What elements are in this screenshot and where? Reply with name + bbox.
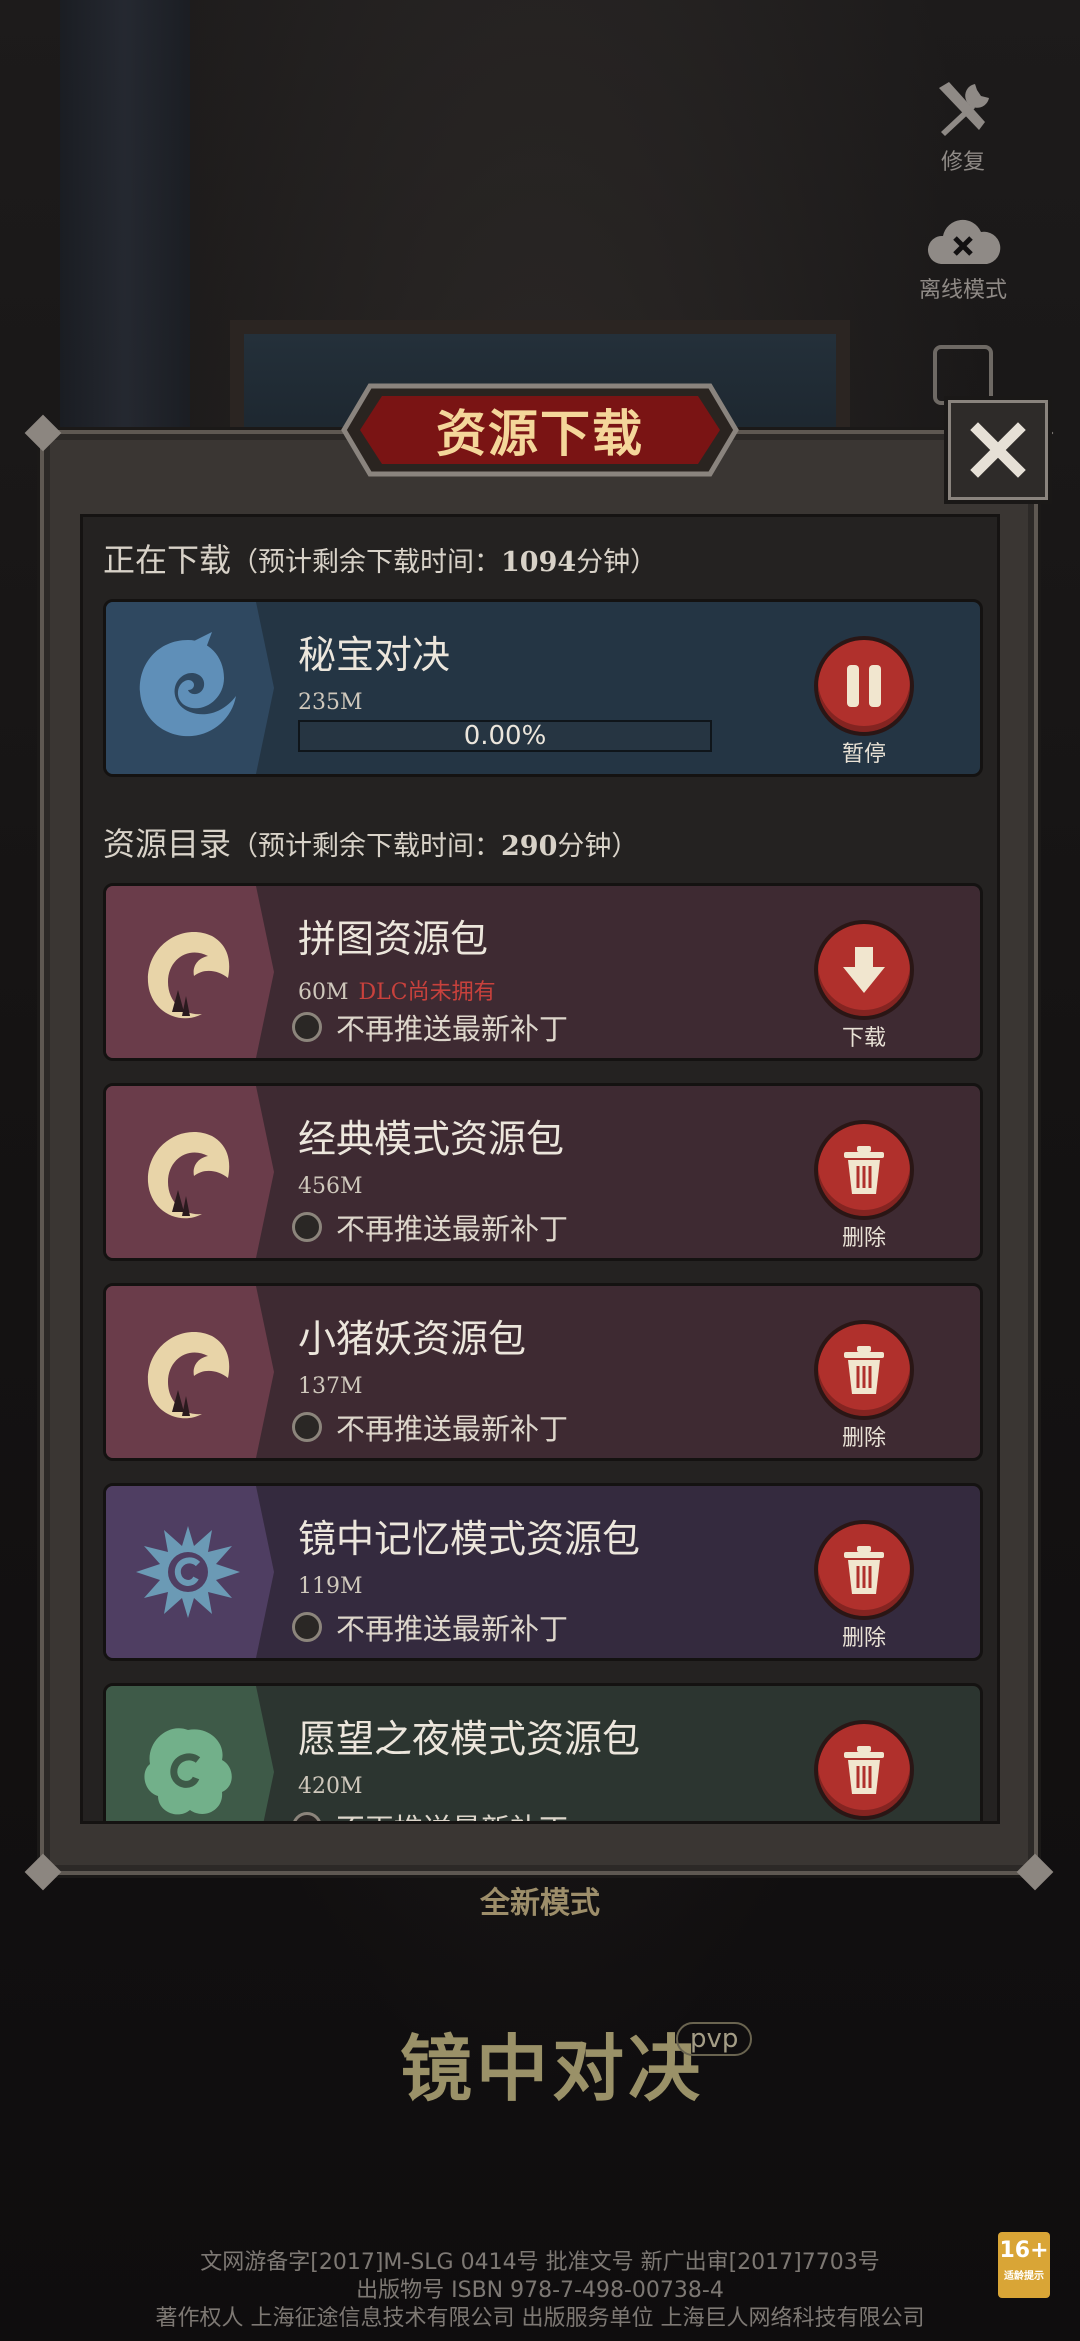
pause-label: 暂停 — [841, 742, 886, 767]
item-size: 235M — [298, 690, 363, 715]
item-name: 秘宝对决 — [298, 633, 451, 677]
trash-icon — [844, 1146, 884, 1194]
catalog-item-card[interactable]: 经典模式资源包 456M 不再推送最新补丁 删除 — [103, 1083, 983, 1261]
item-name: 镜中记忆模式资源包 — [298, 1517, 641, 1561]
offline-mode-button[interactable]: 离线模式 — [908, 212, 1018, 304]
item-icon-zone — [106, 1686, 274, 1821]
pvp-badge: pvp — [676, 2022, 753, 2056]
download-button[interactable] — [814, 920, 914, 1020]
checkbox-label: 不再推送最新补丁 — [336, 1012, 569, 1046]
resource-download-dialog: 正在下载（预计剩余下载时间：1094分钟） 秘宝对决 235M 0.00% 暂停… — [24, 414, 1054, 1891]
delete-label: 删除 — [841, 1226, 886, 1251]
game-mode-title[interactable]: 镜中对决 — [400, 2010, 704, 2115]
leafy-moon-icon — [144, 1728, 232, 1815]
repair-label: 修复 — [940, 150, 985, 175]
download-progress-text: 0.00% — [463, 721, 547, 751]
dlc-status: DLC尚未拥有 — [358, 980, 496, 1005]
downloading-section-title: 正在下载（预计剩余下载时间：1094分钟） — [103, 541, 658, 579]
radio-circle[interactable] — [292, 1412, 322, 1442]
new-mode-label: 全新模式 — [480, 1886, 600, 1921]
trash-icon — [844, 1346, 884, 1394]
checkbox-label: 不再推送最新补丁 — [336, 1412, 569, 1446]
moon-spiral-icon — [139, 632, 236, 737]
catalog-item-card[interactable]: 愿望之夜模式资源包 420M 不再推送最新补丁 删除 — [103, 1683, 983, 1821]
age-rating-badge: 16+ 适龄提示 — [998, 2232, 1050, 2298]
scan-icon[interactable] — [933, 345, 993, 405]
radio-circle[interactable] — [292, 1612, 322, 1642]
item-icon-zone — [106, 1486, 274, 1658]
delete-label: 删除 — [814, 1820, 914, 1821]
catalog-item-card[interactable]: 小猪妖资源包 137M 不再推送最新补丁 删除 — [103, 1283, 983, 1461]
radio-circle[interactable] — [292, 1812, 322, 1821]
downloading-item-card[interactable]: 秘宝对决 235M 0.00% 暂停 — [103, 599, 983, 777]
cloud-offline-icon — [927, 219, 1001, 264]
offline-mode-label: 离线模式 — [918, 278, 1007, 303]
download-progress-bar: 0.00% — [298, 720, 712, 752]
dialog-title-plate: 资源下载 — [340, 382, 740, 478]
pause-button[interactable] — [814, 636, 914, 736]
item-size: 137M — [298, 1374, 363, 1399]
item-name: 经典模式资源包 — [298, 1117, 565, 1161]
radio-circle[interactable] — [292, 1012, 322, 1042]
item-icon-zone — [106, 1086, 274, 1258]
no-patch-checkbox[interactable]: 不再推送最新补丁 — [292, 1806, 568, 1821]
delete-button[interactable] — [814, 1720, 914, 1820]
delete-label: 删除 — [841, 1626, 886, 1651]
resource-list-area[interactable]: 正在下载（预计剩余下载时间：1094分钟） 秘宝对决 235M 0.00% 暂停… — [80, 514, 1000, 1824]
no-patch-checkbox[interactable]: 不再推送最新补丁 — [292, 1206, 568, 1248]
item-icon-zone — [106, 602, 274, 774]
item-size: 456M — [298, 1174, 363, 1199]
no-patch-checkbox[interactable]: 不再推送最新补丁 — [292, 1406, 568, 1448]
item-name: 小猪妖资源包 — [298, 1317, 527, 1361]
crescent-moon-icon — [147, 1131, 230, 1219]
license-line-3: 著作权人 上海征途信息技术有限公司 出版服务单位 上海巨人网络科技有限公司 — [155, 2306, 925, 2331]
dialog-title: 资源下载 — [436, 405, 644, 463]
checkbox-label: 不再推送最新补丁 — [336, 1806, 568, 1821]
item-size: 119M — [298, 1574, 363, 1599]
item-size: 420M — [298, 1774, 363, 1799]
delete-button[interactable] — [814, 1520, 914, 1620]
item-icon-zone — [106, 1286, 274, 1458]
delete-button[interactable] — [814, 1320, 914, 1420]
delete-label: 删除 — [841, 1426, 886, 1451]
item-icon-zone — [106, 886, 274, 1058]
catalog-item-card[interactable]: 拼图资源包 60M DLC尚未拥有 不再推送最新补丁 下载 — [103, 883, 983, 1061]
trash-icon — [844, 1746, 884, 1794]
item-size: 60M DLC尚未拥有 — [298, 980, 496, 1005]
no-patch-checkbox[interactable]: 不再推送最新补丁 — [292, 1606, 568, 1648]
close-icon — [970, 422, 1026, 478]
trash-icon — [844, 1546, 884, 1594]
crescent-moon-icon — [147, 1331, 230, 1419]
spiky-eclipse-icon — [136, 1526, 240, 1618]
radio-circle[interactable] — [292, 1212, 322, 1242]
catalog-section-title: 资源目录（预计剩余下载时间：290分钟） — [103, 825, 639, 863]
catalog-item-card[interactable]: 镜中记忆模式资源包 119M 不再推送最新补丁 删除 — [103, 1483, 983, 1661]
close-button[interactable] — [948, 400, 1048, 500]
wrench-icon — [939, 82, 989, 136]
item-name: 拼图资源包 — [298, 917, 489, 961]
no-patch-checkbox[interactable]: 不再推送最新补丁 — [292, 1006, 568, 1048]
download-arrow-icon — [843, 947, 885, 993]
checkbox-label: 不再推送最新补丁 — [336, 1212, 569, 1246]
checkbox-label: 不再推送最新补丁 — [336, 1612, 569, 1646]
pause-icon — [847, 665, 881, 707]
delete-button[interactable] — [814, 1120, 914, 1220]
download-label: 下载 — [841, 1026, 886, 1051]
repair-button[interactable]: 修复 — [908, 78, 1018, 176]
item-name: 愿望之夜模式资源包 — [298, 1717, 641, 1761]
crescent-moon-icon — [147, 931, 230, 1019]
